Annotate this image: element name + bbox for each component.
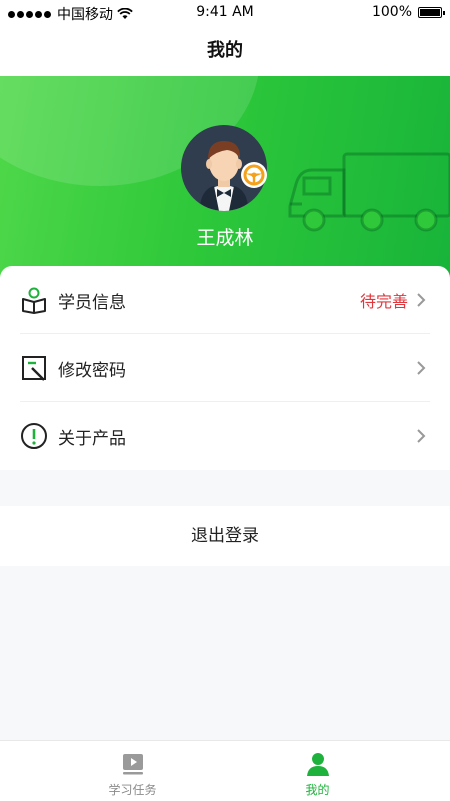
menu-card: 学员信息 待完善 修改密码 关于产品 bbox=[0, 266, 450, 470]
logout-button[interactable]: 退出登录 bbox=[0, 506, 450, 566]
page-title: 我的 bbox=[0, 26, 450, 76]
user-name: 王成林 bbox=[196, 227, 254, 249]
tab-bar: 学习任务 我的 bbox=[0, 740, 450, 801]
student-book-icon bbox=[22, 287, 46, 314]
menu-item-change-password[interactable]: 修改密码 bbox=[0, 334, 450, 402]
status-badge: 待完善 bbox=[359, 292, 408, 311]
steering-wheel-icon bbox=[241, 162, 267, 188]
menu-item-student-info[interactable]: 学员信息 待完善 bbox=[0, 266, 450, 334]
status-bar: 中国移动 9:41 AM 100% bbox=[0, 0, 450, 26]
tab-label: 我的 bbox=[305, 783, 330, 797]
chevron-right-icon bbox=[417, 429, 426, 443]
chevron-right-icon bbox=[417, 361, 426, 375]
info-icon bbox=[21, 423, 47, 449]
battery-icon bbox=[418, 6, 445, 18]
battery-percent: 100% bbox=[371, 4, 412, 20]
tab-mine[interactable]: 我的 bbox=[205, 741, 430, 801]
edit-icon bbox=[22, 356, 46, 381]
profile-header: 王成林 bbox=[0, 76, 450, 286]
video-play-icon bbox=[123, 754, 143, 775]
menu-label-student-info: 学员信息 bbox=[58, 292, 126, 313]
menu-label-change-password: 修改密码 bbox=[58, 360, 126, 381]
chevron-right-icon bbox=[417, 293, 426, 307]
user-icon bbox=[307, 753, 329, 776]
menu-label-about-product: 关于产品 bbox=[58, 428, 126, 449]
menu-item-about-product[interactable]: 关于产品 bbox=[0, 402, 450, 470]
status-right: 100% bbox=[371, 4, 445, 20]
